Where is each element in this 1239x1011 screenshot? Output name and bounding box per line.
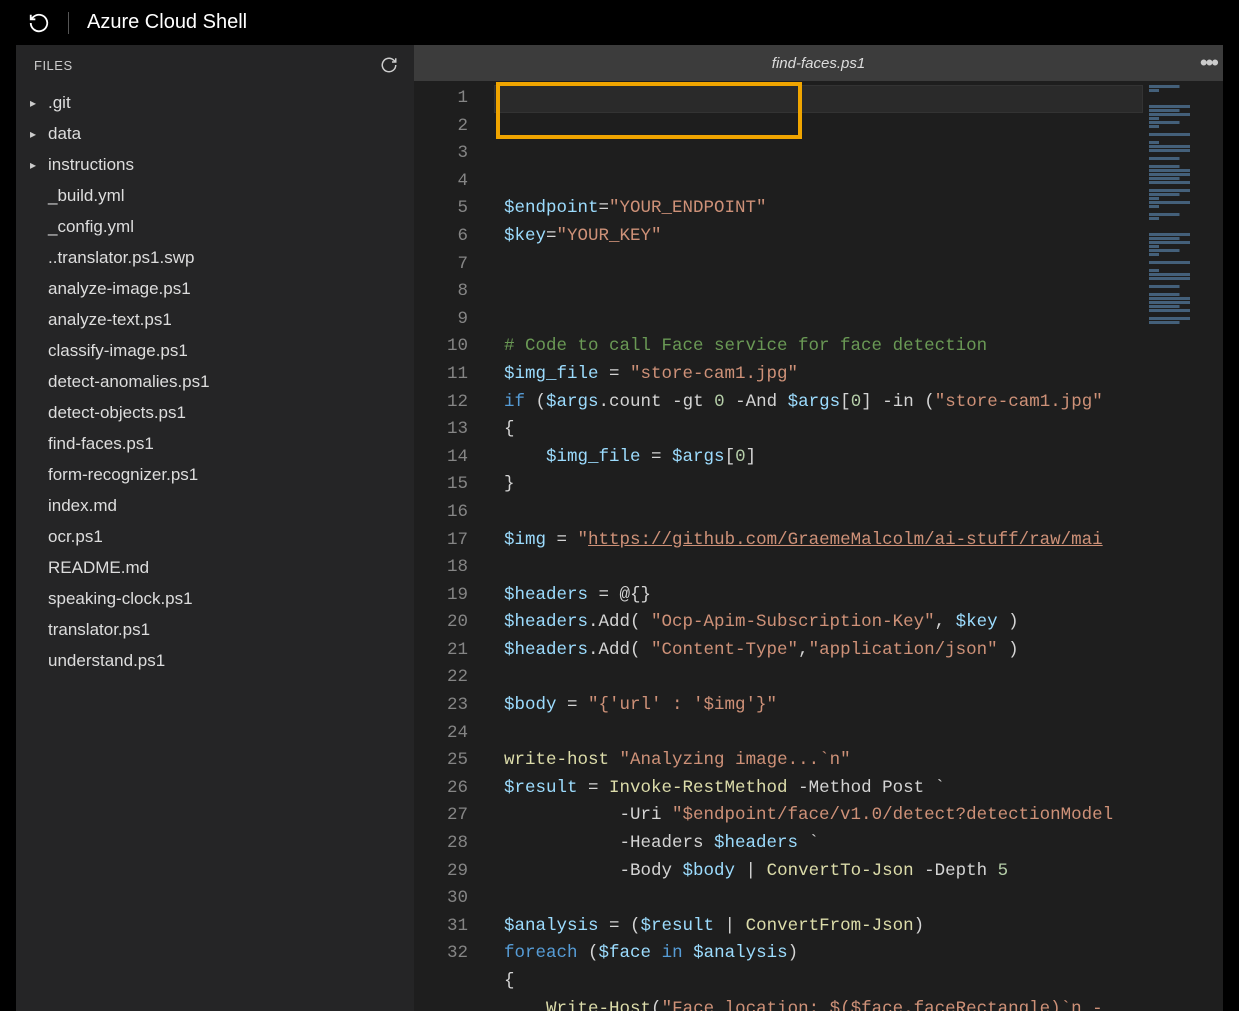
file-explorer: FILES ▸ .git ▸ data ▸ instructions _build.y… xyxy=(16,45,414,1011)
line-gutter: 1234567891011121314151617181920212223242… xyxy=(414,81,494,1011)
folder-git[interactable]: ▸ .git xyxy=(16,87,414,118)
file-label: understand.ps1 xyxy=(48,651,165,671)
toolbar-divider xyxy=(68,12,69,34)
file-item[interactable]: analyze-text.ps1 xyxy=(16,304,414,335)
tab-filename[interactable]: find-faces.ps1 xyxy=(772,55,865,72)
file-item[interactable]: analyze-image.ps1 xyxy=(16,273,414,304)
file-item[interactable]: _build.yml xyxy=(16,180,414,211)
folder-data[interactable]: ▸ data xyxy=(16,118,414,149)
file-item[interactable]: translator.ps1 xyxy=(16,614,414,645)
code-line[interactable]: $headers.Add( "Ocp-Apim-Subscription-Key… xyxy=(494,609,1143,637)
folder-label: data xyxy=(48,124,81,144)
minimap[interactable] xyxy=(1143,81,1223,1011)
file-item[interactable]: index.md xyxy=(16,490,414,521)
code-line[interactable]: write-host "Analyzing image...`n" xyxy=(494,747,1143,775)
code-line[interactable]: $key="YOUR_KEY" xyxy=(494,223,1143,251)
code-line[interactable] xyxy=(494,278,1143,306)
code-line[interactable]: } xyxy=(494,471,1143,499)
code-line[interactable] xyxy=(494,664,1143,692)
file-label: _build.yml xyxy=(48,186,125,206)
code-content[interactable]: $endpoint="YOUR_ENDPOINT"$key="YOUR_KEY"… xyxy=(494,81,1143,1011)
code-line[interactable]: if ($args.count -gt 0 -And $args[0] -in … xyxy=(494,389,1143,417)
file-label: analyze-image.ps1 xyxy=(48,279,191,299)
titlebar: Azure Cloud Shell xyxy=(16,0,1239,45)
code-editor[interactable]: find-faces.ps1 ••• 123456789101112131415… xyxy=(414,45,1223,1011)
file-label: ocr.ps1 xyxy=(48,527,103,547)
code-line[interactable] xyxy=(494,554,1143,582)
file-item[interactable]: ..translator.ps1.swp xyxy=(16,242,414,273)
file-label: ..translator.ps1.swp xyxy=(48,248,194,268)
tab-bar: find-faces.ps1 ••• xyxy=(414,45,1223,81)
more-icon[interactable]: ••• xyxy=(1200,50,1217,76)
chevron-right-icon: ▸ xyxy=(30,127,44,141)
file-item[interactable]: understand.ps1 xyxy=(16,645,414,676)
file-item[interactable]: speaking-clock.ps1 xyxy=(16,583,414,614)
code-line[interactable]: { xyxy=(494,968,1143,996)
refresh-icon[interactable] xyxy=(380,56,398,74)
code-line[interactable]: $img = "https://github.com/GraemeMalcolm… xyxy=(494,527,1143,555)
code-line[interactable] xyxy=(494,499,1143,527)
code-line[interactable] xyxy=(494,251,1143,279)
file-label: classify-image.ps1 xyxy=(48,341,188,361)
folder-label: .git xyxy=(48,93,71,113)
file-label: find-faces.ps1 xyxy=(48,434,154,454)
code-line[interactable]: $result = Invoke-RestMethod -Method Post… xyxy=(494,775,1143,803)
file-item[interactable]: README.md xyxy=(16,552,414,583)
folder-label: instructions xyxy=(48,155,134,175)
code-line[interactable]: $headers.Add( "Content-Type","applicatio… xyxy=(494,637,1143,665)
file-item[interactable]: detect-anomalies.ps1 xyxy=(16,366,414,397)
file-item[interactable]: form-recognizer.ps1 xyxy=(16,459,414,490)
code-line[interactable]: $img_file = $args[0] xyxy=(494,444,1143,472)
file-item[interactable]: _config.yml xyxy=(16,211,414,242)
code-line[interactable]: foreach ($face in $analysis) xyxy=(494,940,1143,968)
file-label: README.md xyxy=(48,558,149,578)
file-item[interactable]: find-faces.ps1 xyxy=(16,428,414,459)
code-line[interactable]: -Uri "$endpoint/face/v1.0/detect?detecti… xyxy=(494,802,1143,830)
code-line[interactable] xyxy=(494,306,1143,334)
current-line-highlight xyxy=(494,85,1143,113)
code-line[interactable]: -Headers $headers ` xyxy=(494,830,1143,858)
file-label: _config.yml xyxy=(48,217,134,237)
file-label: translator.ps1 xyxy=(48,620,150,640)
file-label: detect-anomalies.ps1 xyxy=(48,372,210,392)
file-label: analyze-text.ps1 xyxy=(48,310,172,330)
file-label: index.md xyxy=(48,496,117,516)
code-line[interactable]: $headers = @{} xyxy=(494,582,1143,610)
app-title: Azure Cloud Shell xyxy=(87,11,247,34)
code-line[interactable]: $img_file = "store-cam1.jpg" xyxy=(494,361,1143,389)
code-line[interactable]: # Code to call Face service for face det… xyxy=(494,333,1143,361)
code-line[interactable]: { xyxy=(494,416,1143,444)
file-label: form-recognizer.ps1 xyxy=(48,465,198,485)
file-label: detect-objects.ps1 xyxy=(48,403,186,423)
code-line[interactable]: $analysis = ($result | ConvertFrom-Json) xyxy=(494,913,1143,941)
file-item[interactable]: classify-image.ps1 xyxy=(16,335,414,366)
chevron-right-icon: ▸ xyxy=(30,158,44,172)
file-item[interactable]: detect-objects.ps1 xyxy=(16,397,414,428)
code-line[interactable]: $body = "{'url' : '$img'}" xyxy=(494,692,1143,720)
chevron-right-icon: ▸ xyxy=(30,96,44,110)
restart-icon[interactable] xyxy=(28,12,50,34)
code-line[interactable]: -Body $body | ConvertTo-Json -Depth 5 xyxy=(494,858,1143,886)
file-label: speaking-clock.ps1 xyxy=(48,589,193,609)
folder-instructions[interactable]: ▸ instructions xyxy=(16,149,414,180)
files-header: FILES xyxy=(34,58,73,73)
code-line[interactable] xyxy=(494,885,1143,913)
code-line[interactable]: Write-Host("Face location: $($face.faceR… xyxy=(494,996,1143,1011)
code-line[interactable] xyxy=(494,720,1143,748)
code-line[interactable]: $endpoint="YOUR_ENDPOINT" xyxy=(494,195,1143,223)
file-item[interactable]: ocr.ps1 xyxy=(16,521,414,552)
